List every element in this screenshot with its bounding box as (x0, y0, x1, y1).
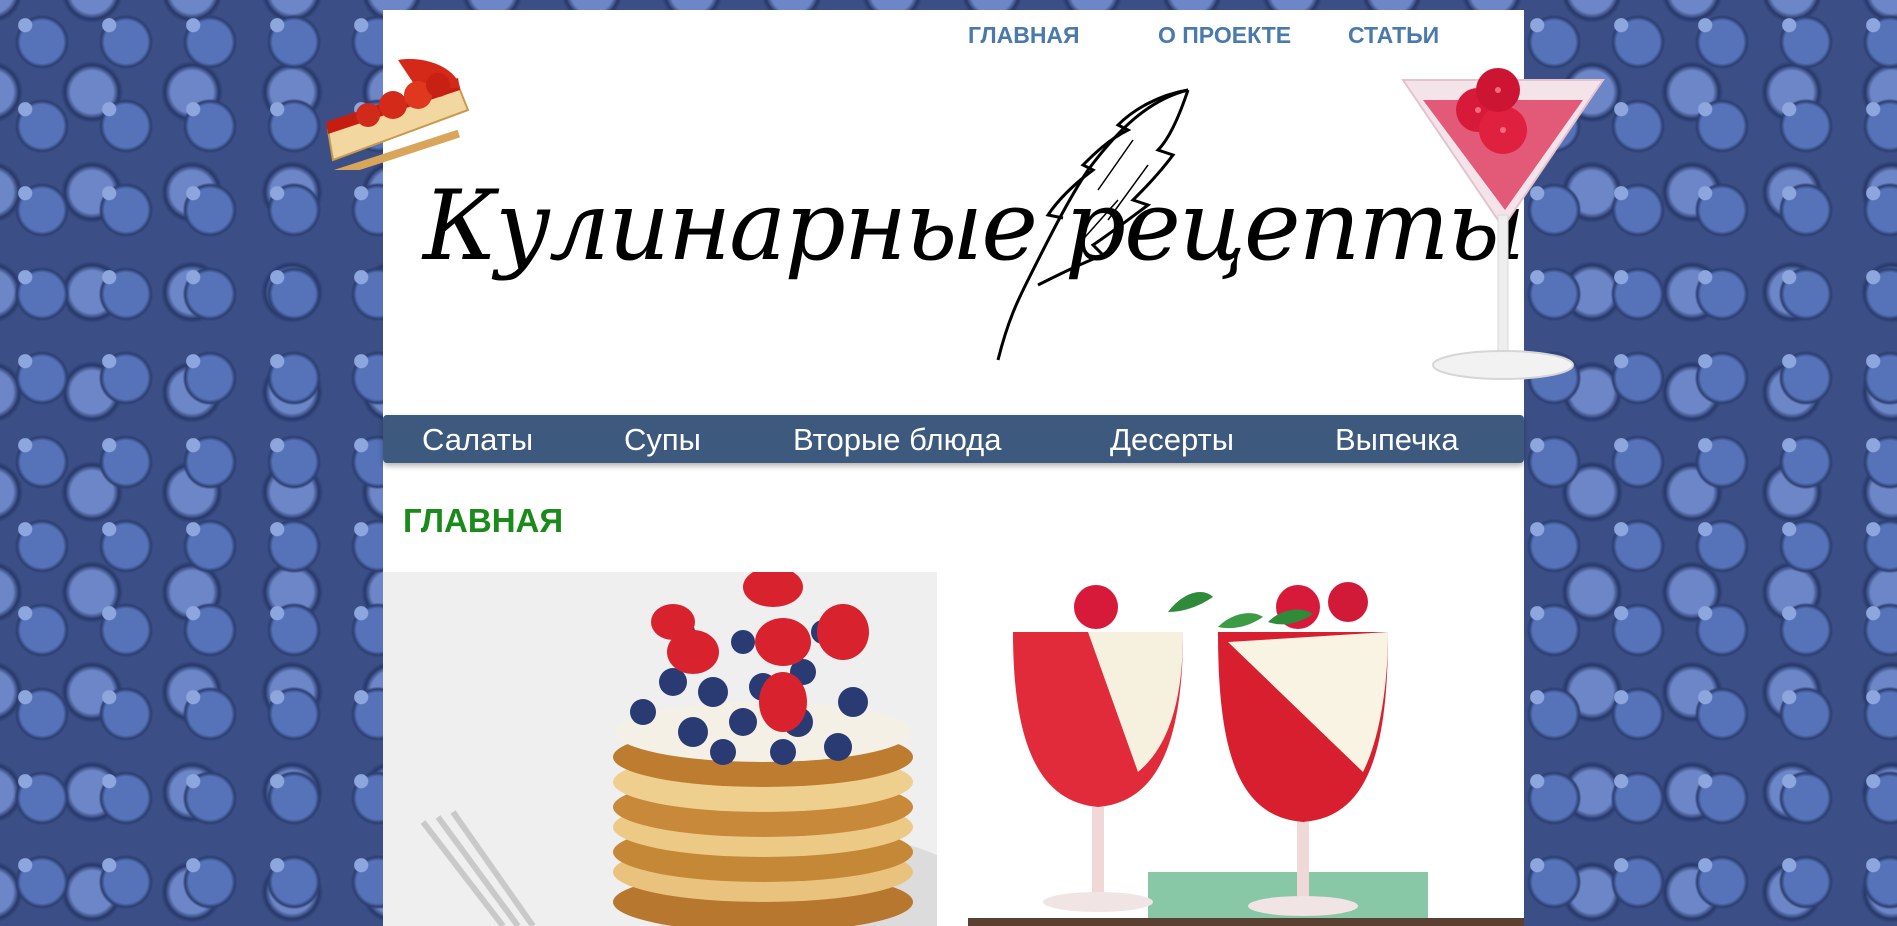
panna-cotta-image (968, 572, 1524, 926)
page-container: ГЛАВНАЯ О ПРОЕКТЕ СТАТЬИ Кулинарные реце… (326, 10, 1605, 926)
pancakes-photo[interactable] (383, 572, 937, 926)
raspberry-cocktail-icon (1401, 68, 1605, 380)
panna-cotta-photo[interactable] (968, 572, 1524, 926)
cheesecake-slice-icon (326, 59, 470, 170)
nav-item-salads[interactable]: Салаты (422, 422, 533, 458)
top-nav-about-link[interactable]: О ПРОЕКТЕ (1158, 22, 1348, 49)
nav-item-main-courses[interactable]: Вторые блюда (793, 422, 1001, 458)
nav-item-soups[interactable]: Супы (624, 422, 701, 458)
top-nav: ГЛАВНАЯ О ПРОЕКТЕ СТАТЬИ (968, 22, 1468, 49)
nav-item-desserts[interactable]: Десерты (1110, 422, 1234, 458)
site-header: Кулинарные рецепты (326, 50, 1605, 415)
site-logo-text: Кулинарные рецепты (423, 170, 1526, 282)
top-nav-articles-link[interactable]: СТАТЬИ (1348, 22, 1468, 49)
category-nav: Салаты Супы Вторые блюда Десерты Выпечка (383, 415, 1524, 463)
top-nav-home-link[interactable]: ГЛАВНАЯ (968, 22, 1158, 49)
nav-item-baking[interactable]: Выпечка (1335, 422, 1459, 458)
page-title: ГЛАВНАЯ (403, 502, 564, 539)
next-card-edge (968, 918, 1524, 926)
pancakes-image (383, 572, 937, 926)
